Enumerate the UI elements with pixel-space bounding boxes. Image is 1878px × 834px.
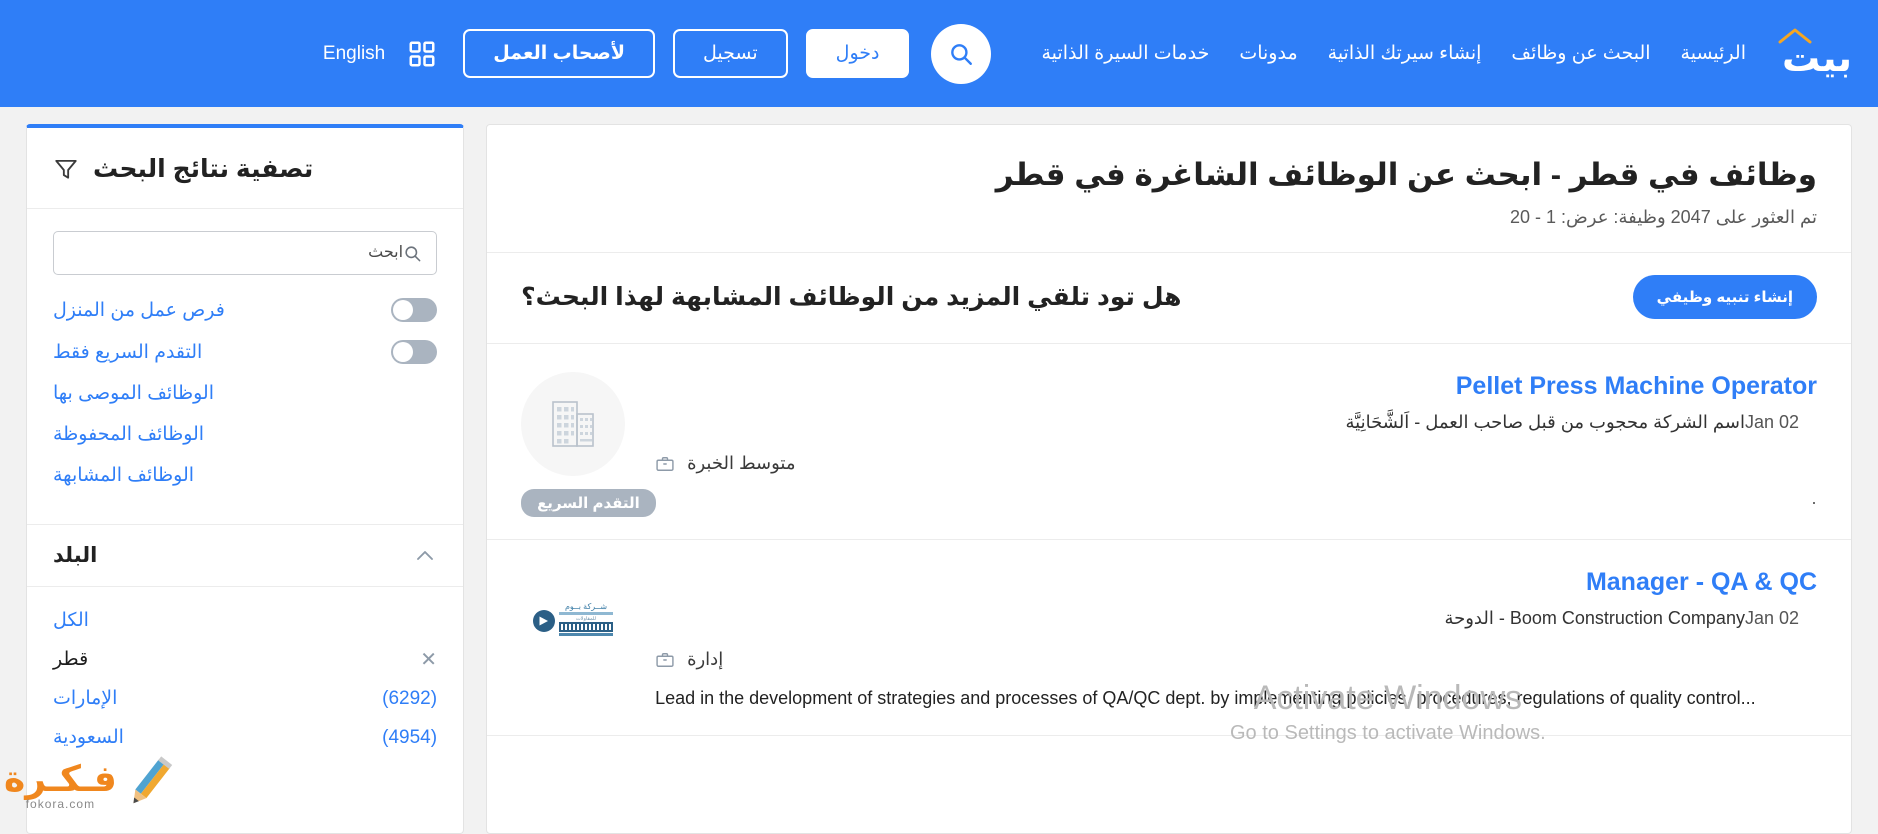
job-date: Jan 02 [1745, 608, 1799, 629]
logo-text: بيت [1782, 40, 1852, 78]
filter-link-row: الوظائف الموصى بها [53, 373, 437, 414]
job-date: Jan 02 [1745, 412, 1799, 433]
job-experience-label: إدارة [687, 649, 723, 670]
nav-item-job-search[interactable]: البحث عن وظائف [1509, 36, 1652, 71]
login-button[interactable]: دخول [806, 29, 910, 78]
country-section-header[interactable]: البلد [27, 524, 463, 587]
page-body: وظائف في قطر - ابحث عن الوظائف الشاغرة ف… [0, 107, 1878, 834]
country-count: (4954) [382, 727, 437, 749]
job-experience-row: متوسط الخبرة [655, 453, 1817, 474]
register-button[interactable]: تسجيل [673, 29, 788, 78]
main-nav: الرئيسية البحث عن وظائف إنشاء سيرتك الذا… [1039, 36, 1748, 71]
country-list-item[interactable]: الكل [53, 601, 437, 640]
job-company: اسم الشركة محجوب من قبل صاحب العمل - اَل… [1346, 412, 1745, 432]
filter-easy-apply-toggle[interactable] [391, 340, 437, 364]
filter-sidebar-body: فرص عمل من المنزل التقدم السريع فقط الوظ… [27, 209, 463, 504]
filter-toggle-row: فرص عمل من المنزل [53, 289, 437, 331]
site-logo[interactable]: بيت [1782, 30, 1852, 78]
job-company-line: Jan 02Boom Construction Company - الدوحة [655, 608, 1817, 629]
job-details: Manager - QA & QC Jan 02Boom Constructio… [625, 568, 1817, 709]
filter-toggle-row: التقدم السريع فقط [53, 331, 437, 373]
filter-link-row: الوظائف المحفوظة [53, 414, 437, 455]
easy-apply-badge: التقدم السريع [521, 489, 656, 517]
country-section-title: البلد [53, 543, 97, 568]
country-name-saudi[interactable]: السعودية [53, 726, 124, 749]
create-job-alert-button[interactable]: إنشاء تنبيه وظيفي [1633, 275, 1817, 319]
filter-similar-jobs-link[interactable]: الوظائف المشابهة [53, 464, 194, 487]
briefcase-icon [655, 454, 675, 474]
funnel-icon [53, 156, 79, 182]
job-experience-label: متوسط الخبرة [687, 453, 795, 474]
filter-sidebar-header: تصفية نتائج البحث [27, 128, 463, 209]
country-name-qatar: قطر [53, 648, 88, 671]
job-experience-row: إدارة [655, 649, 1817, 670]
filter-search-box[interactable] [53, 231, 437, 275]
filter-sidebar-title: تصفية نتائج البحث [93, 154, 313, 184]
boom-construction-logo: شــركة بــوم للمقاولات [530, 597, 616, 643]
apps-grid-button[interactable] [407, 39, 437, 69]
nav-item-home[interactable]: الرئيسية [1679, 36, 1748, 71]
job-company-line: Jan 02اسم الشركة محجوب من قبل صاحب العمل… [655, 412, 1817, 433]
page-title: وظائف في قطر - ابحث عن الوظائف الشاغرة ف… [521, 155, 1817, 195]
job-company-logo [521, 372, 625, 476]
svg-text:للمقاولات: للمقاولات [576, 616, 597, 622]
filter-search-input[interactable] [68, 244, 403, 262]
building-placeholder-icon [547, 397, 599, 451]
country-list-item[interactable]: قطر ✕ [53, 640, 437, 679]
filter-remote-jobs-label[interactable]: فرص عمل من المنزل [53, 299, 225, 322]
results-column: وظائف في قطر - ابحث عن الوظائف الشاغرة ف… [486, 124, 1852, 834]
job-card[interactable]: Manager - QA & QC Jan 02Boom Constructio… [487, 540, 1851, 736]
job-description: Lead in the development of strategies an… [655, 688, 1817, 709]
country-list-item[interactable]: الإمارات (6292) [53, 679, 437, 718]
job-company-logo: شــركة بــوم للمقاولات [521, 568, 625, 672]
filter-remote-jobs-toggle[interactable] [391, 298, 437, 322]
filter-recommended-jobs-link[interactable]: الوظائف الموصى بها [53, 382, 214, 405]
country-list-item[interactable]: السعودية (4954) [53, 718, 437, 757]
employers-button[interactable]: لأصحاب العمل [463, 29, 655, 78]
job-title-link[interactable]: Pellet Press Machine Operator [1456, 372, 1817, 401]
svg-text:شــركة بــوم: شــركة بــوم [565, 602, 607, 611]
filter-sidebar: تصفية نتائج البحث فرص عمل من المنزل التق… [26, 124, 464, 834]
briefcase-icon [655, 650, 675, 670]
nav-item-create-cv[interactable]: إنشاء سيرتك الذاتية [1326, 36, 1484, 71]
country-filter-list: الكل قطر ✕ الإمارات (6292) السعودية (495… [27, 587, 463, 757]
language-switch[interactable]: English [323, 43, 385, 65]
remove-country-filter-icon[interactable]: ✕ [420, 650, 437, 670]
top-header: بيت الرئيسية البحث عن وظائف إنشاء سيرتك … [0, 0, 1878, 107]
job-card[interactable]: Pellet Press Machine Operator Jan 02اسم … [487, 344, 1851, 540]
header-search-button[interactable] [931, 24, 991, 84]
job-company: Boom Construction Company - الدوحة [1444, 608, 1745, 628]
country-name-uae[interactable]: الإمارات [53, 687, 117, 710]
country-count: (6292) [382, 688, 437, 710]
country-name-all[interactable]: الكل [53, 609, 89, 632]
grid-apps-icon [407, 39, 437, 69]
search-icon [403, 244, 422, 263]
bayt-roof-chevron-icon [1778, 28, 1812, 44]
job-alert-banner: إنشاء تنبيه وظيفي هل تود تلقي المزيد من … [487, 253, 1851, 344]
filter-easy-apply-label[interactable]: التقدم السريع فقط [53, 341, 202, 364]
chevron-up-icon[interactable] [413, 544, 437, 568]
job-alert-question: هل تود تلقي المزيد من الوظائف المشابهة ل… [521, 282, 1181, 312]
nav-item-cv-services[interactable]: خدمات السيرة الذاتية [1039, 36, 1211, 71]
nav-item-blogs[interactable]: مدونات [1237, 36, 1299, 71]
results-header: وظائف في قطر - ابحث عن الوظائف الشاغرة ف… [487, 125, 1851, 253]
filter-link-row: الوظائف المشابهة [53, 455, 437, 496]
job-title-link[interactable]: Manager - QA & QC [1586, 568, 1817, 597]
search-icon [948, 41, 974, 67]
filter-saved-jobs-link[interactable]: الوظائف المحفوظة [53, 423, 204, 446]
job-details: Pellet Press Machine Operator Jan 02اسم … [625, 372, 1817, 513]
results-count: تم العثور على 2047 وظيفة: عرض: 1 - 20 [521, 207, 1817, 228]
job-description: · [655, 492, 1817, 513]
